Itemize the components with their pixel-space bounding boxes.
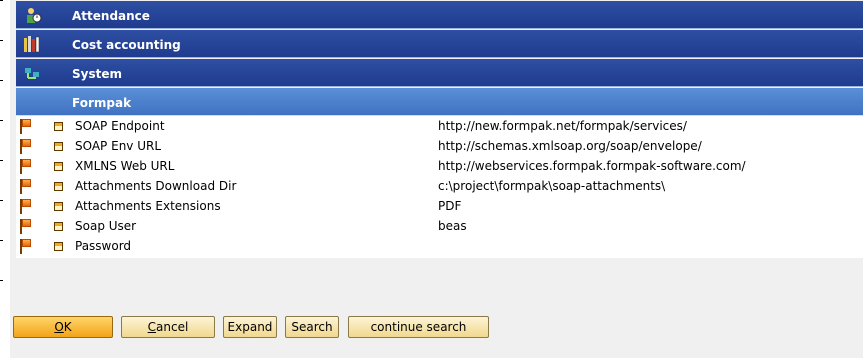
group-system[interactable]: System: [16, 59, 863, 87]
field-icon: [54, 242, 63, 251]
field-icon: [54, 122, 63, 131]
search-label: Search: [291, 320, 333, 334]
settings-grid: SOAP Endpoint http://new.formpak.net/for…: [16, 116, 863, 258]
ok-mnemonic: O: [54, 320, 64, 334]
expand-button[interactable]: Expand: [223, 316, 277, 338]
network-icon: [25, 68, 39, 79]
group-label: Attendance: [72, 9, 150, 23]
flag-icon: [19, 239, 33, 254]
group-cost-accounting[interactable]: Cost accounting: [16, 30, 863, 58]
flag-icon: [19, 139, 33, 154]
cancel-label-rest: ancel: [156, 320, 189, 334]
ok-button[interactable]: OK: [13, 316, 113, 338]
expand-label: Expand: [227, 320, 273, 334]
flag-icon: [19, 119, 33, 134]
row-label: Soap User: [75, 219, 137, 233]
table-row: SOAP Endpoint http://new.formpak.net/for…: [16, 116, 863, 136]
row-label: Attachments Extensions: [75, 199, 221, 213]
person-clock-icon: [27, 8, 42, 23]
field-icon: [54, 162, 63, 171]
group-formpak[interactable]: Formpak: [16, 88, 863, 116]
ok-label-rest: K: [63, 320, 72, 334]
table-row: SOAP Env URL http://schemas.xmlsoap.org/…: [16, 136, 863, 156]
flag-icon: [19, 219, 33, 234]
left-window-edge: [0, 0, 10, 358]
continue-search-button[interactable]: continue search: [348, 316, 489, 338]
continue-search-label: continue search: [370, 320, 467, 334]
row-label: SOAP Endpoint: [75, 119, 165, 133]
row-label: Password: [75, 239, 132, 253]
settings-window: Attendance Cost accounting System Formpa…: [10, 0, 863, 358]
table-row: XMLNS Web URL http://webservices.formpak…: [16, 156, 863, 176]
field-icon: [54, 142, 63, 151]
row-label: Attachments Download Dir: [75, 179, 237, 193]
row-value-field[interactable]: PDF: [435, 196, 863, 215]
cancel-mnemonic: C: [147, 320, 157, 334]
table-row: Attachments Extensions PDF: [16, 196, 863, 216]
group-label: Formpak: [72, 96, 132, 110]
group-label: Cost accounting: [72, 38, 181, 52]
field-icon: [54, 202, 63, 211]
flag-icon: [19, 199, 33, 214]
row-value-field[interactable]: beas: [435, 216, 863, 235]
password-field[interactable]: [435, 236, 863, 255]
table-row: Soap User beas: [16, 216, 863, 236]
flag-icon: [19, 179, 33, 194]
cancel-button[interactable]: Cancel: [121, 316, 215, 338]
table-row: Password: [16, 236, 863, 256]
search-button[interactable]: Search: [285, 316, 339, 338]
row-value-field[interactable]: http://new.formpak.net/formpak/services/: [435, 116, 863, 135]
flag-icon: [19, 159, 33, 174]
group-attendance[interactable]: Attendance: [16, 1, 863, 29]
field-icon: [54, 222, 63, 231]
row-value-field[interactable]: c:\project\formpak\soap-attachments\: [435, 176, 863, 195]
row-label: SOAP Env URL: [75, 139, 162, 153]
row-value-field[interactable]: http://schemas.xmlsoap.org/soap/envelope…: [435, 136, 863, 155]
row-value-field[interactable]: http://webservices.formpak.formpak-softw…: [435, 156, 863, 175]
table-row: Attachments Download Dir c:\project\form…: [16, 176, 863, 196]
field-icon: [54, 182, 63, 191]
group-label: System: [72, 67, 122, 81]
row-label: XMLNS Web URL: [75, 159, 175, 173]
books-icon: [24, 36, 40, 53]
